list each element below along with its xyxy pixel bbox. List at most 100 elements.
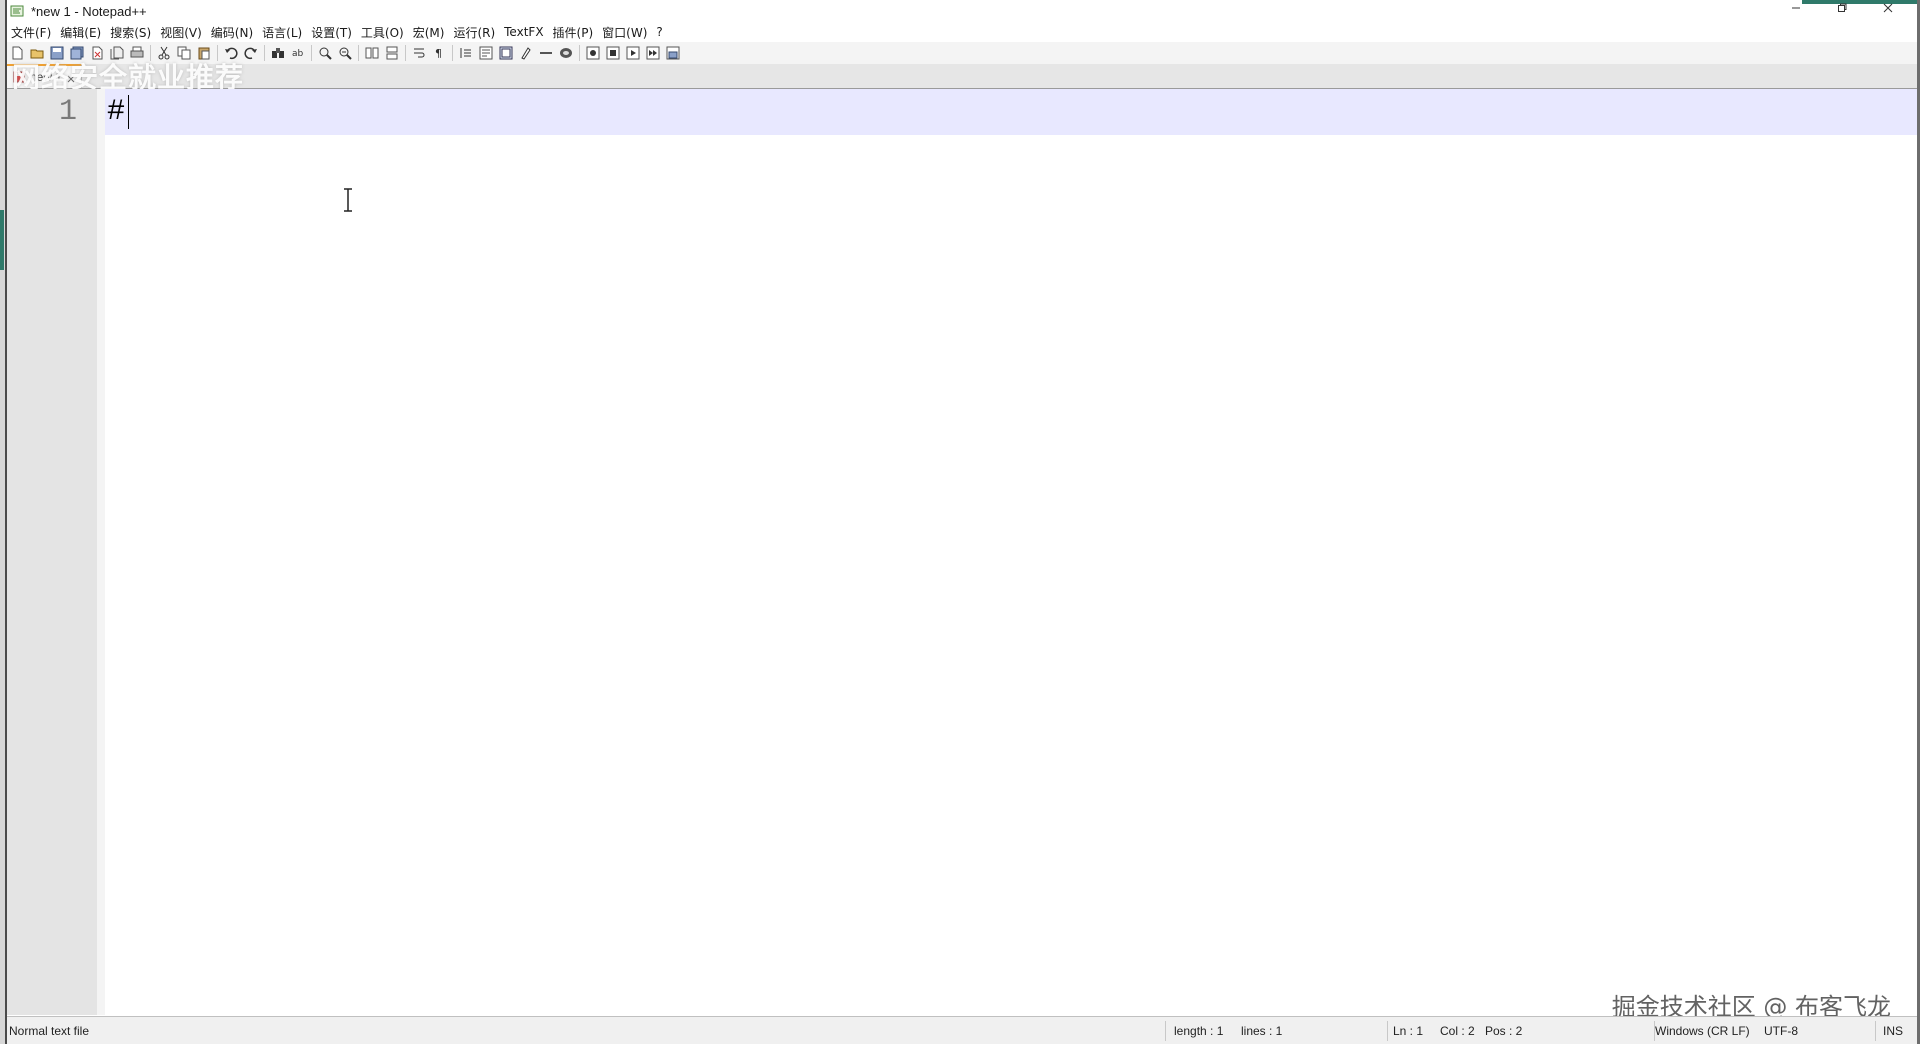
close-file-button[interactable] (89, 45, 105, 61)
undo-button[interactable] (223, 45, 239, 61)
folder-workspace-icon (540, 52, 552, 54)
save-all-icon (70, 46, 84, 60)
close-all-button[interactable] (109, 45, 125, 61)
stop-record-button[interactable] (605, 45, 621, 61)
toolbar-separator (405, 45, 406, 61)
monitor-button[interactable] (558, 45, 574, 61)
status-lines: lines : 1 (1241, 1024, 1283, 1038)
new-file-icon (12, 46, 23, 60)
menu-language[interactable]: 语言(L) (258, 24, 307, 41)
menu-macro[interactable]: 宏(M) (409, 24, 450, 41)
status-file-type: Normal text file (9, 1024, 90, 1038)
record-macro-icon (586, 46, 600, 60)
function-list-button[interactable] (518, 45, 534, 61)
menu-textfx[interactable]: TextFX (500, 25, 548, 39)
show-all-chars-button[interactable]: ¶ (431, 45, 447, 61)
show-all-chars-icon: ¶ (435, 47, 442, 60)
word-wrap-icon (414, 48, 425, 58)
close-button[interactable] (1865, 0, 1911, 18)
indent-guide-button[interactable] (458, 45, 474, 61)
copy-button[interactable] (176, 45, 192, 61)
status-insert-mode[interactable]: INS (1883, 1017, 1903, 1044)
tab-close-icon[interactable] (67, 68, 75, 87)
fold-margin[interactable] (97, 89, 105, 1015)
sync-horizontal-button[interactable] (384, 45, 400, 61)
toolbar-separator (150, 45, 151, 61)
close-icon (1883, 2, 1893, 17)
monitor-icon (560, 48, 572, 58)
folder-workspace-button[interactable] (538, 45, 554, 61)
menu-help[interactable]: ? (652, 25, 667, 39)
toolbar-separator (579, 45, 580, 61)
minimize-button[interactable] (1773, 0, 1819, 18)
text-caret (128, 95, 129, 129)
replace-button[interactable]: ab (290, 45, 306, 61)
replace-icon: ab (292, 49, 304, 59)
save-macro-icon (666, 46, 680, 60)
print-icon (130, 46, 144, 58)
zoom-in-button[interactable] (317, 45, 333, 61)
title-bar[interactable]: *new 1 - Notepad++ (7, 0, 1917, 22)
toolbar-separator (358, 45, 359, 61)
print-button[interactable] (129, 45, 145, 61)
status-eol[interactable]: Windows (CR LF) (1655, 1017, 1750, 1044)
run-multiple-icon (646, 46, 660, 60)
sync-vertical-icon (365, 47, 379, 59)
copy-icon (177, 46, 191, 60)
menu-settings[interactable]: 设置(T) (307, 24, 357, 41)
menu-window[interactable]: 窗口(W) (598, 24, 652, 41)
menu-search[interactable]: 搜索(S) (106, 24, 156, 41)
zoom-out-icon (339, 47, 352, 60)
line-number: 1 (58, 95, 77, 129)
notepadpp-window: *new 1 - Notepad++ 文件(F) 编辑(E) 搜索(S) 视图(… (0, 0, 1920, 1044)
new-file-button[interactable] (9, 45, 25, 61)
menu-edit[interactable]: 编辑(E) (56, 24, 106, 41)
window-controls (1773, 0, 1911, 18)
menu-bar: 文件(F) 编辑(E) 搜索(S) 视图(V) 编码(N) 语言(L) 设置(T… (7, 22, 1917, 42)
open-file-icon (30, 49, 44, 59)
toolbar-separator (452, 45, 453, 61)
menu-file[interactable]: 文件(F) (7, 24, 56, 41)
menu-plugins[interactable]: 插件(P) (549, 24, 599, 41)
unsaved-file-icon (13, 68, 25, 87)
menu-encoding[interactable]: 编码(N) (207, 24, 258, 41)
close-file-icon (92, 46, 103, 60)
run-multiple-button[interactable] (645, 45, 661, 61)
save-button[interactable] (49, 45, 65, 61)
user-lang-button[interactable] (478, 45, 494, 61)
maximize-button[interactable] (1819, 0, 1865, 18)
menu-run[interactable]: 运行(R) (449, 24, 500, 41)
code-line[interactable]: # (107, 89, 125, 135)
ibeam-cursor-icon (342, 188, 354, 216)
paste-button[interactable] (196, 45, 212, 61)
play-macro-button[interactable] (625, 45, 641, 61)
undo-icon (225, 47, 238, 60)
find-button[interactable] (270, 45, 286, 61)
editor-area[interactable]: 1 # 掘金技术社区 @ 布客飞龙 (7, 89, 1917, 1021)
open-file-button[interactable] (29, 45, 45, 61)
menu-tools[interactable]: 工具(O) (357, 24, 409, 41)
sync-horizontal-icon (386, 46, 398, 60)
status-divider (1387, 1021, 1388, 1041)
sync-vertical-button[interactable] (364, 45, 380, 61)
status-encoding[interactable]: UTF-8 (1764, 1017, 1798, 1044)
tab-new-1[interactable]: new 1 (7, 64, 83, 88)
maximize-icon (1837, 2, 1847, 17)
svg-text:ab: ab (292, 49, 304, 59)
doc-map-button[interactable] (498, 45, 514, 61)
play-macro-icon (626, 46, 640, 60)
zoom-in-icon (319, 47, 332, 60)
notepadpp-app-icon[interactable] (9, 4, 25, 18)
minimize-icon (1791, 2, 1801, 17)
current-line-highlight (105, 89, 1917, 135)
toolbar-separator (264, 45, 265, 61)
redo-button[interactable] (243, 45, 259, 61)
record-macro-button[interactable] (585, 45, 601, 61)
save-all-button[interactable] (69, 45, 85, 61)
word-wrap-button[interactable] (411, 45, 427, 61)
zoom-out-button[interactable] (337, 45, 353, 61)
save-macro-button[interactable] (665, 45, 681, 61)
cut-button[interactable] (156, 45, 172, 61)
status-ln: Ln : 1 (1393, 1024, 1424, 1038)
menu-view[interactable]: 视图(V) (156, 24, 207, 41)
